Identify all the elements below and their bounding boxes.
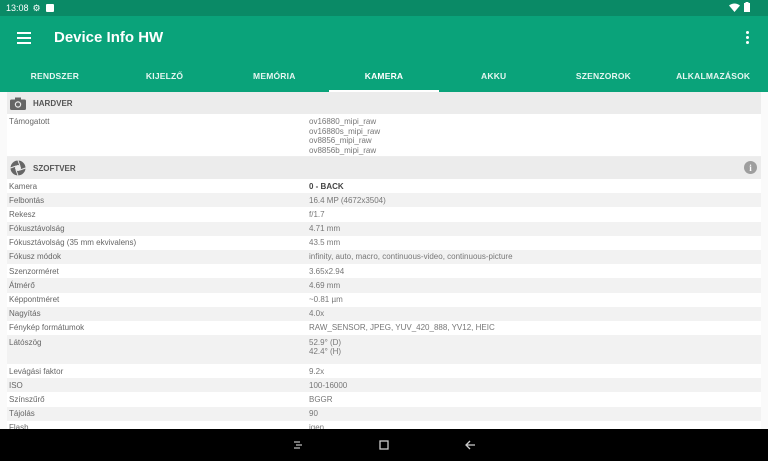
table-row: Felbontás 16.4 MP (4672x3504) (7, 193, 761, 208)
section-software-header: SZOFTVER i (7, 157, 761, 179)
section-hardware-header: HARDVER (7, 92, 761, 114)
back-icon[interactable] (462, 437, 478, 453)
camera-icon (10, 95, 26, 111)
table-row: ISO 100-16000 (7, 378, 761, 393)
tab-rendszer[interactable]: RENDSZER (0, 60, 110, 92)
table-row: Nagyítás 4.0x (7, 306, 761, 321)
fov-horizontal: 42.4° (H) (309, 347, 342, 357)
gear-icon: ⚙ (32, 2, 41, 13)
row-value: 90 (309, 409, 318, 419)
status-time: 13:08 (6, 3, 29, 13)
supported-sensors-row: Támogatott ov16880_mipi_raw ov16880s_mip… (7, 114, 761, 157)
app-bar: Device Info HW (0, 16, 768, 60)
row-value: 4.69 mm (309, 280, 341, 290)
row-value: igen (309, 423, 325, 429)
table-row: Levágási faktor 9.2x (7, 364, 761, 378)
sensor-name: ov16880_mipi_raw (309, 117, 377, 126)
wifi-icon (729, 3, 740, 12)
row-value: 3.65x2.94 (309, 266, 345, 276)
row-label: Flash (9, 423, 29, 429)
sensor-name: ov16880s_mipi_raw (309, 126, 381, 136)
row-value: 9.2x (309, 366, 325, 376)
supported-values: ov16880_mipi_raw ov16880s_mipi_raw ov885… (309, 114, 761, 156)
battery-icon (744, 2, 750, 12)
table-row: Fókusztávolság (35 mm ekvivalens) 43.5 mm (7, 236, 761, 250)
row-label: Fókusztávolság (9, 224, 65, 234)
row-value: 100-16000 (309, 380, 348, 390)
row-value: f/1.7 (309, 209, 325, 219)
row-label: Felbontás (9, 195, 45, 205)
row-label: Képpontméret (9, 295, 60, 304)
row-value: infinity, auto, macro, continuous-video,… (309, 252, 513, 262)
status-bar: 13:08 ⚙ (0, 0, 768, 16)
app-title: Device Info HW (54, 29, 164, 46)
table-row: Látószög 52.9° (D) 42.4° (H) (7, 335, 761, 365)
tab-kamera[interactable]: KAMERA (329, 60, 439, 92)
row-value: 4.71 mm (309, 224, 341, 234)
tab-bar: RENDSZER KIJELZŐ MEMÓRIA KAMERA AKKU SZE… (0, 60, 768, 92)
row-label: Levágási faktor (9, 366, 64, 376)
row-label: Szenzorméret (9, 266, 59, 276)
row-value: ~0.81 µm (309, 295, 343, 304)
fov-diagonal: 52.9° (D) (309, 337, 342, 347)
home-icon[interactable] (376, 437, 392, 453)
table-row: Fókusz módok infinity, auto, macro, conti… (7, 249, 761, 265)
sensor-name: ov8856b_mipi_raw (309, 145, 377, 155)
table-row: Színszűrő BGGR (7, 392, 761, 406)
sensor-name: ov8856_mipi_raw (309, 136, 372, 145)
hamburger-menu-icon[interactable] (17, 29, 31, 47)
section-software-title: SZOFTVER (33, 163, 76, 173)
row-value: 16.4 MP (4672x3504) (309, 195, 386, 205)
table-row: Kamera 0 - BACK (7, 179, 761, 193)
row-label: Nagyítás (9, 309, 41, 319)
tab-szenzorok[interactable]: SZENZOROK (549, 60, 659, 92)
system-nav-bar (0, 429, 768, 461)
row-label: Fénykép formátumok (9, 323, 85, 333)
row-label: Látószög (9, 337, 42, 347)
table-row: Képpontméret ~0.81 µm (7, 293, 761, 307)
row-label: Fókusztávolság (35 mm ekvivalens) (9, 238, 137, 248)
row-label: Tájolás (9, 409, 35, 419)
row-value: BGGR (309, 394, 333, 404)
tab-akku[interactable]: AKKU (439, 60, 549, 92)
more-options-icon[interactable] (746, 30, 750, 46)
table-row: Tájolás 90 (7, 406, 761, 421)
row-label: ISO (9, 380, 23, 390)
recents-icon[interactable] (290, 437, 306, 453)
row-label: Színszűrő (9, 394, 45, 404)
table-row: Rekesz f/1.7 (7, 207, 761, 221)
row-value: 43.5 mm (309, 238, 341, 248)
table-row: Átmérő 4.69 mm (7, 278, 761, 293)
tab-memoria[interactable]: MEMÓRIA (219, 60, 329, 92)
row-label: Rekesz (9, 209, 36, 219)
info-icon[interactable]: i (744, 161, 757, 174)
section-hardware-title: HARDVER (33, 98, 73, 108)
table-row: Flash igen (7, 421, 761, 429)
row-label: Átmérő (9, 280, 35, 290)
row-value: 52.9° (D) 42.4° (H) (309, 335, 761, 364)
row-label: Kamera (9, 181, 38, 191)
table-row: Fénykép formátumok RAW_SENSOR, JPEG, YUV_… (7, 321, 761, 335)
notification-icon (45, 4, 54, 12)
aperture-icon (10, 160, 26, 176)
row-value: 0 - BACK (309, 181, 344, 191)
table-row: Szenzorméret 3.65x2.94 (7, 264, 761, 278)
tab-kijelzo[interactable]: KIJELZŐ (110, 60, 220, 92)
row-label: Fókusz módok (9, 252, 62, 262)
table-row: Fókusztávolság 4.71 mm (7, 221, 761, 236)
tab-alkalmazasok[interactable]: ALKALMAZÁSOK (658, 60, 768, 92)
camera-info-content[interactable]: HARDVER Támogatott ov16880_mipi_raw ov16… (7, 92, 761, 429)
row-value: RAW_SENSOR, JPEG, YUV_420_888, YV12, HEI… (309, 323, 495, 333)
row-value: 4.0x (309, 309, 325, 319)
supported-label: Támogatott (9, 117, 50, 126)
